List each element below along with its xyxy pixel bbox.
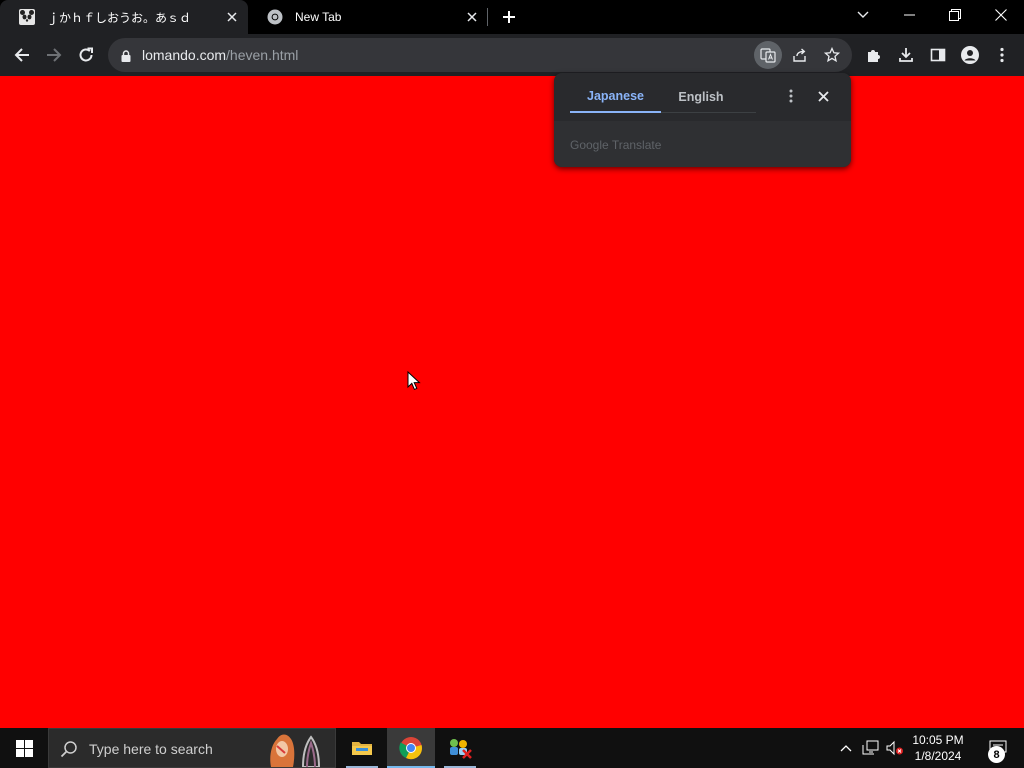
windows-logo-icon bbox=[15, 739, 33, 757]
download-icon[interactable] bbox=[892, 41, 920, 69]
tab-close-icon[interactable] bbox=[224, 9, 240, 25]
browser-menu-icon[interactable] bbox=[988, 41, 1016, 69]
search-highlight-illustration-icon bbox=[270, 734, 321, 767]
url-path: /heven.html bbox=[226, 47, 299, 63]
reload-button[interactable] bbox=[72, 41, 100, 69]
close-window-button[interactable] bbox=[978, 0, 1024, 30]
chrome-icon bbox=[399, 737, 422, 760]
address-bar[interactable]: lomando.com/heven.html bbox=[108, 38, 852, 72]
notification-count-badge: 8 bbox=[988, 746, 1005, 763]
share-icon[interactable] bbox=[786, 41, 814, 69]
bookmark-star-icon[interactable] bbox=[818, 41, 846, 69]
system-clock[interactable]: 10:05 PM 1/8/2024 bbox=[906, 732, 970, 764]
tab-target-language[interactable]: English bbox=[661, 81, 741, 113]
translate-icon[interactable] bbox=[754, 41, 782, 69]
tab-close-icon[interactable] bbox=[464, 9, 480, 25]
side-panel-icon[interactable] bbox=[924, 41, 952, 69]
taskbar-search-box[interactable]: Type here to search bbox=[48, 728, 336, 768]
network-app-icon bbox=[450, 739, 472, 759]
back-button[interactable] bbox=[8, 41, 36, 69]
tab-search-chevron-icon[interactable] bbox=[840, 0, 886, 30]
show-hidden-icons-chevron-icon[interactable] bbox=[836, 728, 856, 768]
page-content bbox=[0, 76, 1024, 728]
minimize-button[interactable] bbox=[886, 0, 932, 30]
translate-bubble: Japanese English Google Translate bbox=[554, 73, 851, 167]
windows-taskbar: Type here to search 10:05 PM 1/8/2024 8 bbox=[0, 728, 1024, 768]
google-translate-label: Google Translate bbox=[570, 138, 662, 152]
tab-title: ｊかｈｆしおうお。あｓｄ bbox=[47, 10, 192, 25]
clock-time: 10:05 PM bbox=[912, 733, 964, 747]
volume-muted-icon[interactable] bbox=[884, 728, 906, 768]
tab-separator bbox=[487, 8, 488, 26]
restore-button[interactable] bbox=[932, 0, 978, 30]
network-icon[interactable] bbox=[860, 728, 882, 768]
lock-icon[interactable] bbox=[120, 49, 132, 62]
tab-active[interactable]: ｊかｈｆしおうお。あｓｄ bbox=[0, 0, 248, 34]
browser-toolbar: lomando.com/heven.html bbox=[0, 34, 1024, 76]
translate-footer: Google Translate bbox=[554, 121, 851, 167]
forward-button[interactable] bbox=[40, 41, 68, 69]
chrome-taskbar-button[interactable] bbox=[387, 728, 435, 768]
search-icon bbox=[60, 741, 77, 758]
new-tab-button[interactable] bbox=[497, 5, 521, 29]
mouse-cursor-icon bbox=[407, 371, 421, 391]
url-text: lomando.com/heven.html bbox=[142, 47, 298, 63]
tab-new-tab[interactable]: New Tab bbox=[248, 0, 488, 34]
close-icon[interactable] bbox=[812, 85, 834, 107]
tab-strip: ｊかｈｆしおうお。あｓｄ New Tab bbox=[0, 0, 1024, 34]
file-explorer-icon bbox=[352, 742, 372, 755]
search-placeholder: Type here to search bbox=[89, 741, 213, 757]
start-button[interactable] bbox=[0, 728, 48, 768]
language-tabs: Japanese English bbox=[570, 81, 756, 113]
profile-avatar-icon[interactable] bbox=[956, 41, 984, 69]
network-app-taskbar-button[interactable] bbox=[436, 728, 484, 768]
chrome-icon bbox=[267, 9, 283, 25]
tab-title: New Tab bbox=[295, 10, 342, 24]
panda-favicon-icon bbox=[19, 9, 35, 25]
url-host: lomando.com bbox=[142, 47, 227, 63]
extensions-puzzle-icon[interactable] bbox=[860, 41, 888, 69]
translate-options-icon[interactable] bbox=[780, 85, 802, 107]
clock-date: 1/8/2024 bbox=[914, 749, 962, 763]
tab-source-language[interactable]: Japanese bbox=[570, 81, 661, 113]
file-explorer-taskbar-button[interactable] bbox=[338, 728, 386, 768]
